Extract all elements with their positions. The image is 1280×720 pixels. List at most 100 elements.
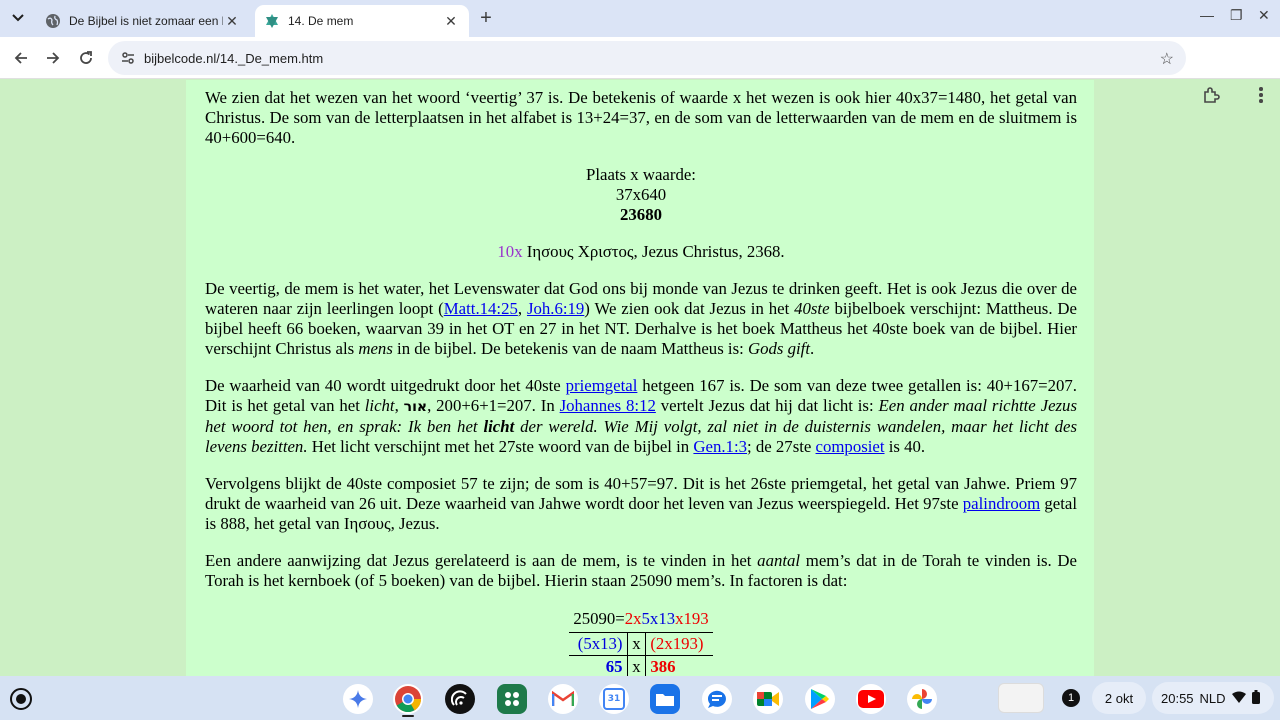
text: in de bijbel. De betekenis van de naam M… bbox=[392, 339, 748, 358]
factor-product-mid: x bbox=[626, 655, 647, 676]
files-icon[interactable] bbox=[650, 684, 680, 714]
gmail-icon[interactable] bbox=[548, 684, 578, 714]
link-joh-6-19[interactable]: Joh.6:19 bbox=[527, 299, 584, 318]
apps-grid-icon[interactable] bbox=[497, 684, 527, 714]
tab-title: De Bijbel is niet zomaar een boek bbox=[69, 14, 223, 28]
gemini-icon[interactable] bbox=[343, 684, 373, 714]
jezus-christus-line: 10x Ιησους Χριστος, Jezus Christus, 2368… bbox=[205, 242, 1077, 262]
emphasis: licht bbox=[364, 396, 395, 415]
factor-cell-right: (2x193) bbox=[645, 632, 713, 656]
globe-icon bbox=[45, 13, 61, 29]
text: ; de 27ste bbox=[747, 437, 816, 456]
page-content: We zien dat het wezen van het woord ‘vee… bbox=[186, 80, 1094, 676]
text: vertelt Jezus dat hij dat licht is: bbox=[655, 396, 879, 415]
keyboard-locale: NLD bbox=[1199, 690, 1226, 706]
factor-table: 25090=2x5x13x193 (5x13) x (2x193) 65 x 3… bbox=[569, 608, 713, 676]
factor-product-left: 65 bbox=[569, 655, 628, 676]
text: is 40. bbox=[884, 437, 926, 456]
close-icon[interactable]: ✕ bbox=[442, 12, 460, 30]
url-text: bijbelcode.nl/14._De_mem.htm bbox=[144, 50, 324, 66]
forward-icon[interactable] bbox=[42, 47, 64, 69]
text: Het licht verschijnt met het 27ste woord… bbox=[307, 437, 694, 456]
text: Vervolgens blijkt de 40ste composiet 57 … bbox=[205, 474, 1077, 513]
date-display[interactable]: 2 okt bbox=[1092, 682, 1146, 714]
close-window-icon[interactable]: ✕ bbox=[1258, 7, 1270, 24]
meet-icon[interactable] bbox=[753, 684, 783, 714]
messages-icon[interactable] bbox=[702, 684, 732, 714]
more-menu-icon[interactable] bbox=[1250, 84, 1272, 106]
restore-icon[interactable]: ❐ bbox=[1230, 7, 1243, 24]
tab-bijbel[interactable]: De Bijbel is niet zomaar een boek ✕ bbox=[36, 5, 250, 37]
link-palindroom[interactable]: palindroom bbox=[963, 494, 1040, 513]
greek-name-text: Ιησους Χριστος, Jezus Christus, 2368. bbox=[522, 242, 785, 261]
tab-de-mem[interactable]: 14. De mem ✕ bbox=[255, 5, 469, 37]
youtube-icon[interactable] bbox=[856, 684, 886, 714]
launcher-icon[interactable] bbox=[10, 688, 32, 710]
factor-cell-left: (5x13) bbox=[569, 632, 628, 656]
plaats-waarde-block: Plaats x waarde: 37x640 23680 bbox=[205, 165, 1077, 225]
text: , bbox=[394, 396, 404, 415]
address-bar[interactable]: bijbelcode.nl/14._De_mem.htm ☆ bbox=[108, 41, 1186, 75]
emphasis: aantal bbox=[757, 551, 801, 570]
factor-red: 2x bbox=[624, 609, 642, 628]
factor-cell-mid: x bbox=[626, 632, 647, 656]
new-tab-button[interactable]: + bbox=[476, 8, 496, 28]
centered-result: 23680 bbox=[620, 205, 662, 224]
factor-equation: 25090=2x5x13x193 bbox=[569, 608, 712, 633]
paragraph-levenswater: De veertig, de mem is het water, het Lev… bbox=[205, 279, 1077, 359]
photos-icon[interactable] bbox=[907, 684, 937, 714]
battery-icon bbox=[1251, 689, 1260, 707]
link-gen-1-3[interactable]: Gen.1:3 bbox=[693, 437, 747, 456]
emphasis: 40ste bbox=[794, 299, 830, 318]
link-matt-14-25[interactable]: Matt.14:25 bbox=[444, 299, 518, 318]
emphasis: mens bbox=[358, 339, 393, 358]
text: 25090= bbox=[573, 609, 625, 628]
extensions-icon[interactable] bbox=[1200, 84, 1222, 106]
play-store-icon[interactable] bbox=[805, 684, 835, 714]
centered-line: 37x640 bbox=[615, 185, 667, 204]
tab-strip: De Bijbel is niet zomaar een boek ✕ 14. … bbox=[0, 0, 1280, 37]
paragraph-composiet: Vervolgens blijkt de 40ste composiet 57 … bbox=[205, 474, 1077, 534]
window-preview-thumbnail[interactable] bbox=[998, 683, 1044, 713]
quote-bold: licht bbox=[483, 417, 515, 436]
factor-blue: 5x13 bbox=[641, 609, 676, 628]
toolbar: bijbelcode.nl/14._De_mem.htm ☆ bbox=[0, 37, 1280, 103]
factor-product-right: 386 bbox=[645, 655, 713, 676]
text: Een andere aanwijzing dat Jezus gerelate… bbox=[205, 551, 758, 570]
emphasis: Gods gift bbox=[747, 339, 810, 358]
link-composiet[interactable]: composiet bbox=[816, 437, 885, 456]
text: , 200+6+1=207. In bbox=[427, 396, 560, 415]
text: . bbox=[810, 339, 815, 358]
bookmark-star-icon[interactable]: ☆ bbox=[1160, 49, 1174, 69]
article: We zien dat het wezen van het woord ‘vee… bbox=[205, 88, 1077, 676]
chrome-icon[interactable] bbox=[393, 684, 423, 714]
site-info-icon[interactable] bbox=[120, 50, 136, 66]
paragraph-waarheid-40: De waarheid van 40 wordt uitgedrukt door… bbox=[205, 376, 1077, 457]
star-of-david-icon bbox=[264, 13, 280, 29]
factor-red: x193 bbox=[675, 609, 709, 628]
clock: 20:55 bbox=[1161, 690, 1194, 706]
back-icon[interactable] bbox=[10, 47, 32, 69]
centered-line: Plaats x waarde: bbox=[586, 165, 696, 184]
text: ) We zien ook dat Jezus in het bbox=[584, 299, 795, 318]
minimize-icon[interactable]: — bbox=[1200, 7, 1214, 23]
notification-badge[interactable]: 1 bbox=[1062, 689, 1080, 707]
reload-icon[interactable] bbox=[75, 47, 97, 69]
system-shelf bbox=[0, 676, 1280, 720]
text: De waarheid van 40 wordt uitgedrukt door… bbox=[205, 376, 566, 395]
multiplier: 10x bbox=[497, 242, 523, 261]
wifi-icon bbox=[1231, 691, 1246, 706]
podcasts-icon[interactable] bbox=[445, 684, 475, 714]
tab-search-dropdown[interactable] bbox=[8, 8, 28, 28]
text: , bbox=[517, 299, 527, 318]
chevron-down-icon bbox=[12, 14, 24, 22]
link-priemgetal[interactable]: priemgetal bbox=[566, 376, 638, 395]
calendar-icon[interactable]: 31 bbox=[599, 684, 629, 714]
status-tray[interactable]: 20:55 NLD bbox=[1152, 682, 1274, 714]
paragraph-veertig-wezen: We zien dat het wezen van het woord ‘vee… bbox=[205, 88, 1077, 147]
close-icon[interactable]: ✕ bbox=[223, 12, 241, 30]
tab-title: 14. De mem bbox=[288, 14, 354, 28]
calendar-day: 31 bbox=[607, 694, 621, 704]
link-johannes-8-12[interactable]: Johannes 8:12 bbox=[560, 396, 656, 415]
hebrew-word: אור bbox=[403, 399, 428, 415]
